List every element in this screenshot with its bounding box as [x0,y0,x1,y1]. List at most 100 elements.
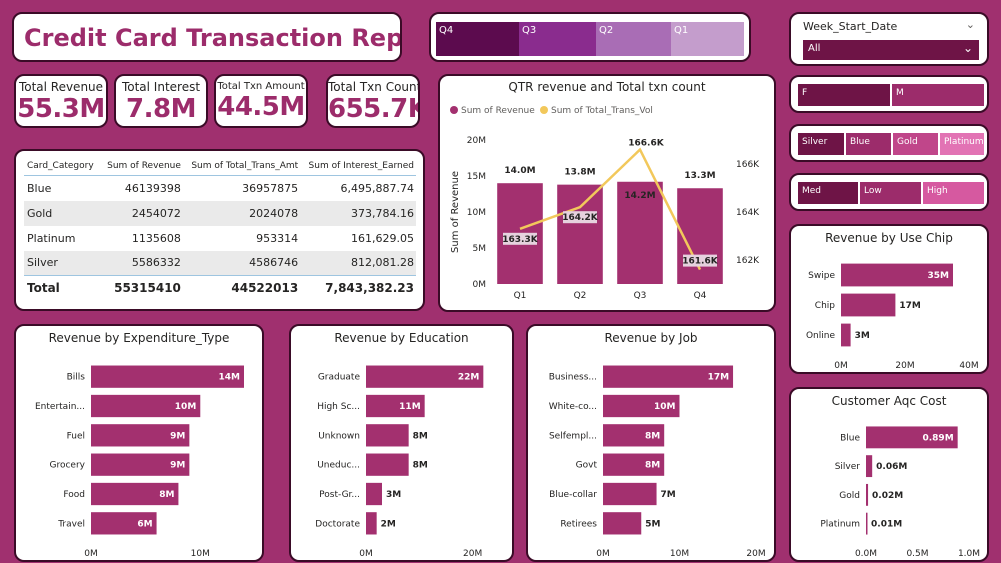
tick-label: 0M [834,361,848,371]
bar[interactable] [866,455,873,478]
table-cell: 2454072 [101,200,183,226]
expenditure-type-chart-svg: Bills 14M Entertain... 10M Fuel 9M Grocery 9M Fo… [35,365,244,559]
bar[interactable] [366,453,409,476]
chart-title: Revenue by Job [604,331,698,345]
kpi-label: Total Txn Count [328,80,420,94]
category-label: Q4 [694,291,707,301]
category-label: Doctorate [315,519,360,529]
education-chart: Revenue by Education Graduate 22M High Sc.… [289,324,514,562]
data-label: 8M [413,431,428,441]
category-label: Blue-collar [549,490,597,500]
tick-label: 0M [596,549,610,559]
bar[interactable] [603,482,657,506]
category-label: Silver [835,462,861,472]
kpi-label: Total Txn Amount [217,81,305,92]
tick-label: 10M [467,208,486,218]
data-label: 0.02M [872,491,903,501]
data-label: 3M [386,490,401,500]
column-header[interactable]: Sum of Revenue [101,157,183,176]
bar[interactable] [366,482,382,506]
table-row: Platinum 1135608 953314 161,629.05 [24,226,416,251]
column-header[interactable]: Card_Category [24,157,102,176]
category-label: Business... [549,373,597,383]
category-label: Blue [840,433,860,443]
tick-label: 0M [84,549,98,559]
bar[interactable] [841,293,896,317]
data-label: 166.6K [628,139,664,149]
data-label: 7M [661,490,676,500]
slicer-option-blue[interactable]: Blue [845,132,892,156]
data-label: 163.3K [502,235,538,245]
category-label: Q3 [634,291,647,301]
chevron-down-icon[interactable]: ⌄ [966,18,975,31]
slicer-option-q3[interactable]: Q3 [519,22,596,56]
slicer-option-low[interactable]: Low [859,181,922,205]
kpi-total-interest: Total Interest 7.8M [114,74,208,128]
chart-title: QTR revenue and Total txn count [508,80,706,94]
kpi-label: Total Interest [121,80,201,94]
category-label: Grocery [50,461,86,471]
data-label: 17M [708,373,730,383]
tick-label: 164K [736,208,760,218]
category-label: Selfempl... [549,431,597,441]
bar[interactable] [603,512,642,535]
tick-label: 40M [959,361,978,371]
job-chart: Revenue by Job Business... 17M White-co...… [526,324,776,562]
slicer-option-platinum[interactable]: Platinum [939,132,985,156]
legend-label: Sum of Total_Trans_Vol [551,106,653,116]
slicer-option-high[interactable]: High [922,181,985,205]
data-label: 13.8M [564,168,595,178]
tick-label: 5M [473,244,487,254]
data-label: 161.6K [682,257,718,267]
bar[interactable] [366,424,409,447]
kpi-value: 55.3M [17,94,105,124]
data-label: 8M [159,490,174,500]
axis-title: Sum of Revenue [450,171,461,253]
tick-label: 20M [463,549,482,559]
legend-label: Sum of Revenue [461,106,535,116]
column-header[interactable]: Sum of Interest_Earned [300,157,416,176]
chevron-down-icon: ⌄ [962,41,973,55]
bar[interactable] [841,323,851,347]
week-start-dropdown[interactable]: All ⌄ [803,40,979,60]
slicer-option-q2[interactable]: Q2 [596,22,671,56]
bar[interactable] [366,512,377,535]
slicer-option-silver[interactable]: Silver [797,132,845,156]
bar[interactable] [866,512,868,535]
data-label: 5M [645,519,660,529]
bar[interactable] [557,184,603,284]
slicer-option-f[interactable]: F [797,83,891,107]
qtr-revenue-chart: QTR revenue and Total txn count Sum of R… [438,74,776,312]
kpi-label: Total Revenue [18,80,104,94]
category-label: Retirees [560,519,597,529]
table-cell: Total [24,275,102,300]
tick-label: 166K [736,160,760,170]
slicer-option-q4[interactable]: Q4 [436,22,519,56]
slicer-option-q1[interactable]: Q1 [671,22,744,56]
legend-marker-volume [540,106,548,114]
table-cell: Gold [24,200,102,226]
table-cell: 5586332 [101,250,183,276]
category-label: Travel [57,519,85,529]
tick-label: 20M [467,136,486,146]
category-label: Post-Gr... [319,490,360,500]
kpi-total-txn-count: Total Txn Count 655.7K [326,74,420,128]
data-label: 10M [175,402,197,412]
category-label: Gold [839,491,860,501]
expenditure-type-chart: Revenue by Expenditure_Type Bills 14M Ente… [14,324,264,562]
slicer-option-gold[interactable]: Gold [892,132,939,156]
table-cell: 2024078 [182,200,301,226]
volume-line[interactable] [519,147,702,271]
kpi-total-revenue: Total Revenue 55.3M [14,74,108,128]
table-row: Silver 5586332 4586746 812,081.28 [24,250,416,276]
slicer-option-med[interactable]: Med [797,181,859,205]
bar[interactable] [866,483,869,506]
data-label: 17M [899,301,921,311]
data-label: 14.0M [504,166,535,176]
column-header[interactable]: Sum of Total_Trans_Amt [182,157,301,176]
customer-aqc-cost-chart: Customer Aqc Cost Blue 0.89M Silver 0.06M Go… [789,387,989,562]
tick-label: 162K [736,256,760,266]
chart-title: Revenue by Use Chip [825,231,953,245]
slicer-option-m[interactable]: M [891,83,985,107]
tick-label: 1.0M [958,549,980,559]
